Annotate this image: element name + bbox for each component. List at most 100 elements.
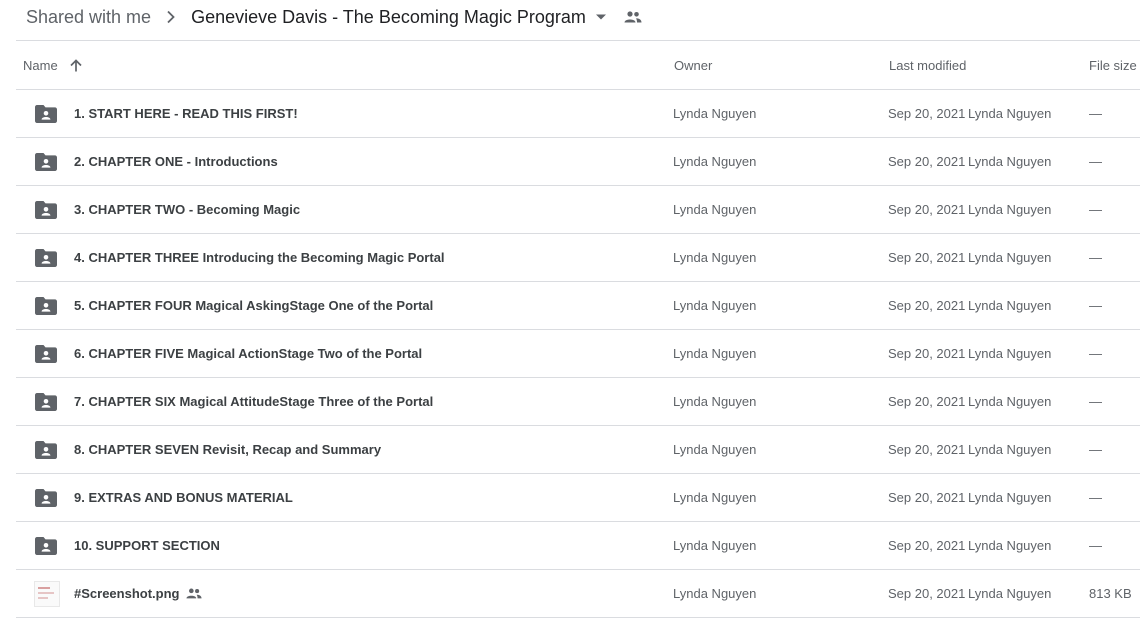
file-owner: Lynda Nguyen <box>673 490 757 505</box>
file-name: 2. CHAPTER ONE - Introductions <box>74 154 278 169</box>
file-modified-by: Lynda Nguyen <box>968 346 1052 361</box>
file-size: — <box>1089 442 1102 457</box>
file-name: 3. CHAPTER TWO - Becoming Magic <box>74 202 301 217</box>
breadcrumb-current-folder[interactable]: Genevieve Davis - The Becoming Magic Pro… <box>191 7 586 28</box>
file-name: 8. CHAPTER SEVEN Revisit, Recap and Summ… <box>74 442 382 457</box>
file-modified-date: Sep 20, 2021 <box>888 202 966 217</box>
file-modified-date: Sep 20, 2021 <box>888 250 966 265</box>
file-modified-by: Lynda Nguyen <box>968 586 1052 601</box>
file-row[interactable]: 4. CHAPTER THREE Introducing the Becomin… <box>16 234 1140 282</box>
file-modified-by: Lynda Nguyen <box>968 106 1052 121</box>
file-owner: Lynda Nguyen <box>673 538 757 553</box>
file-owner: Lynda Nguyen <box>673 442 757 457</box>
file-owner: Lynda Nguyen <box>673 154 757 169</box>
column-header-last-modified[interactable]: Last modified <box>889 41 966 89</box>
file-modified-date: Sep 20, 2021 <box>888 298 966 313</box>
file-name-cell: 10. SUPPORT SECTION <box>74 522 220 569</box>
file-row[interactable]: 3. CHAPTER TWO - Becoming Magic Lynda Ng… <box>16 186 1140 234</box>
file-owner: Lynda Nguyen <box>673 298 757 313</box>
shared-folder-icon <box>35 90 57 137</box>
file-name-cell: 2. CHAPTER ONE - Introductions <box>74 138 278 185</box>
file-row[interactable]: 10. SUPPORT SECTION Lynda Nguyen Sep 20,… <box>16 522 1140 570</box>
file-row[interactable]: #Screenshot.png Lynda Nguyen Sep 20, 202… <box>16 570 1140 618</box>
shared-folder-icon <box>35 426 57 473</box>
column-header-file-size: File size <box>1089 57 1137 73</box>
file-owner: Lynda Nguyen <box>673 106 757 121</box>
file-modified-date: Sep 20, 2021 <box>888 154 966 169</box>
image-thumbnail-icon <box>34 570 60 617</box>
file-name-cell: 6. CHAPTER FIVE Magical ActionStage Two … <box>74 330 422 377</box>
shared-folder-icon <box>35 330 57 377</box>
file-modified-by: Lynda Nguyen <box>968 442 1052 457</box>
file-owner: Lynda Nguyen <box>673 202 757 217</box>
shared-folder-icon <box>35 138 57 185</box>
table-header: Name Owner Last modified File size <box>16 41 1140 90</box>
file-modified-date: Sep 20, 2021 <box>888 346 966 361</box>
shared-folder-icon <box>35 522 57 569</box>
file-name: 9. EXTRAS AND BONUS MATERIAL <box>74 490 293 505</box>
file-modified-by: Lynda Nguyen <box>968 250 1052 265</box>
file-modified-date: Sep 20, 2021 <box>888 586 966 601</box>
file-name-cell: 7. CHAPTER SIX Magical AttitudeStage Thr… <box>74 378 433 425</box>
file-size: — <box>1089 538 1102 553</box>
shared-folder-icon <box>35 282 57 329</box>
file-modified-by: Lynda Nguyen <box>968 298 1052 313</box>
file-name: 10. SUPPORT SECTION <box>74 538 220 553</box>
file-row[interactable]: 6. CHAPTER FIVE Magical ActionStage Two … <box>16 330 1140 378</box>
column-header-name[interactable]: Name <box>23 41 82 89</box>
file-name-cell: 1. START HERE - READ THIS FIRST! <box>74 90 298 137</box>
file-row[interactable]: 9. EXTRAS AND BONUS MATERIAL Lynda Nguye… <box>16 474 1140 522</box>
file-size: 813 KB <box>1089 586 1132 601</box>
file-size: — <box>1089 298 1102 313</box>
file-name: #Screenshot.png <box>74 586 180 601</box>
chevron-right-icon <box>151 10 191 24</box>
file-size: — <box>1089 490 1102 505</box>
file-size: — <box>1089 250 1102 265</box>
file-name: 1. START HERE - READ THIS FIRST! <box>74 106 298 121</box>
shared-folder-icon <box>35 234 57 281</box>
file-size: — <box>1089 202 1102 217</box>
file-row[interactable]: 2. CHAPTER ONE - Introductions Lynda Ngu… <box>16 138 1140 186</box>
file-owner: Lynda Nguyen <box>673 394 757 409</box>
file-row[interactable]: 1. START HERE - READ THIS FIRST! Lynda N… <box>16 90 1140 138</box>
breadcrumb: Shared with me Genevieve Davis - The Bec… <box>26 0 642 34</box>
file-name-cell: 9. EXTRAS AND BONUS MATERIAL <box>74 474 293 521</box>
file-name-cell: #Screenshot.png <box>74 570 203 617</box>
column-header-owner: Owner <box>674 57 713 73</box>
file-row[interactable]: 5. CHAPTER FOUR Magical AskingStage One … <box>16 282 1140 330</box>
shared-folder-icon <box>35 378 57 425</box>
file-modified-date: Sep 20, 2021 <box>888 490 966 505</box>
file-name: 6. CHAPTER FIVE Magical ActionStage Two … <box>74 346 423 361</box>
file-size: — <box>1089 346 1102 361</box>
caret-down-icon[interactable] <box>594 10 608 24</box>
breadcrumb-shared-with-me[interactable]: Shared with me <box>26 7 151 28</box>
file-modified-date: Sep 20, 2021 <box>888 106 966 121</box>
file-modified-date: Sep 20, 2021 <box>888 442 966 457</box>
file-name-cell: 5. CHAPTER FOUR Magical AskingStage One … <box>74 282 433 329</box>
file-list: 1. START HERE - READ THIS FIRST! Lynda N… <box>16 90 1140 618</box>
file-size: — <box>1089 106 1102 121</box>
file-owner: Lynda Nguyen <box>673 346 757 361</box>
file-name-cell: 3. CHAPTER TWO - Becoming Magic <box>74 186 300 233</box>
shared-folder-icon <box>35 186 57 233</box>
file-owner: Lynda Nguyen <box>673 250 757 265</box>
arrow-up-icon[interactable] <box>70 58 82 72</box>
file-name-cell: 4. CHAPTER THREE Introducing the Becomin… <box>74 234 445 281</box>
file-name-cell: 8. CHAPTER SEVEN Revisit, Recap and Summ… <box>74 426 381 473</box>
file-owner: Lynda Nguyen <box>673 586 757 601</box>
file-row[interactable]: 8. CHAPTER SEVEN Revisit, Recap and Summ… <box>16 426 1140 474</box>
column-header-name-label: Name <box>23 57 58 73</box>
shared-folder-icon <box>35 474 57 521</box>
file-modified-by: Lynda Nguyen <box>968 394 1052 409</box>
file-modified-by: Lynda Nguyen <box>968 202 1052 217</box>
file-size: — <box>1089 394 1102 409</box>
file-name: 7. CHAPTER SIX Magical AttitudeStage Thr… <box>74 394 434 409</box>
file-modified-by: Lynda Nguyen <box>968 538 1052 553</box>
file-row[interactable]: 7. CHAPTER SIX Magical AttitudeStage Thr… <box>16 378 1140 426</box>
file-modified-date: Sep 20, 2021 <box>888 538 966 553</box>
file-modified-date: Sep 20, 2021 <box>888 394 966 409</box>
file-name: 5. CHAPTER FOUR Magical AskingStage One … <box>74 298 434 313</box>
file-modified-by: Lynda Nguyen <box>968 490 1052 505</box>
file-size: — <box>1089 154 1102 169</box>
file-modified-by: Lynda Nguyen <box>968 154 1052 169</box>
